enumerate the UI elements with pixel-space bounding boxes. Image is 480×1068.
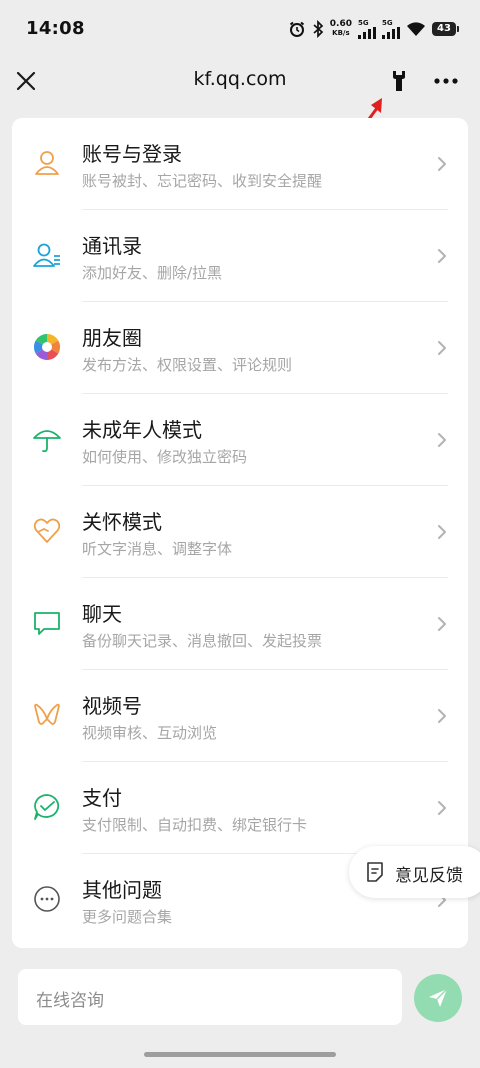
menu-item-subtitle: 添加好友、删除/拉黑 — [82, 264, 223, 282]
chevron-right-icon — [438, 709, 446, 723]
chevron-right-icon — [438, 617, 446, 631]
sim2-label: 5G — [382, 19, 393, 27]
alarm-icon — [289, 21, 304, 37]
menu-item-contacts[interactable]: 通讯录 添加好友、删除/拉黑 — [12, 210, 468, 302]
sim1-label: 5G — [358, 19, 369, 27]
more-icon[interactable] — [430, 68, 462, 94]
status-time: 14:08 — [26, 18, 85, 39]
bottom-input-area: 在线咨询 — [0, 950, 480, 1068]
menu-item-chat[interactable]: 聊天 备份聊天记录、消息撤回、发起投票 — [12, 578, 468, 670]
menu-item-title: 视频号 — [82, 694, 142, 718]
chevron-right-icon — [438, 525, 446, 539]
title-bar: kf.qq.com — [0, 58, 480, 106]
user-icon — [35, 151, 59, 175]
signal-sim2: 5G — [382, 19, 400, 39]
pay-icon — [34, 794, 60, 820]
signal-icon-2 — [382, 27, 400, 39]
menu-item-subtitle: 更多问题合集 — [82, 908, 173, 926]
net-speed: 0.60 KB/s — [330, 20, 352, 38]
consult-input-placeholder: 在线咨询 — [36, 991, 104, 1011]
menu-item-pay[interactable]: 支付 支付限制、自动扣费、绑定银行卡 — [12, 762, 468, 854]
menu-item-title: 朋友圈 — [82, 326, 142, 350]
feedback-button[interactable]: 意见反馈 — [349, 846, 480, 898]
signal-sim1: 5G — [358, 19, 376, 39]
chat-icon — [34, 612, 60, 635]
screen: 14:08 0.60 KB/s 5G 5G 43 kf.qq.com 账号与登录… — [0, 0, 480, 1068]
menu-item-title: 支付 — [82, 786, 122, 810]
feedback-icon — [367, 862, 383, 882]
wifi-icon — [407, 22, 425, 36]
chevron-right-icon — [438, 801, 446, 815]
battery-icon: 43 — [432, 22, 459, 36]
chevron-right-icon — [438, 433, 446, 447]
home-indicator[interactable] — [144, 1052, 336, 1057]
consult-input[interactable]: 在线咨询 — [18, 969, 402, 1025]
chevron-right-icon — [438, 249, 446, 263]
status-icons: 0.60 KB/s 5G 5G 43 — [288, 18, 459, 40]
channels-icon — [34, 703, 60, 725]
bluetooth-icon — [313, 20, 324, 38]
menu-item-subtitle: 视频审核、互动浏览 — [82, 724, 218, 742]
menu-item-subtitle: 如何使用、修改独立密码 — [82, 448, 248, 466]
menu-item-title: 聊天 — [82, 602, 122, 626]
close-icon[interactable] — [12, 67, 40, 95]
net-speed-value: 0.60 — [329, 19, 352, 29]
send-button[interactable] — [414, 974, 462, 1022]
help-menu-card: 账号与登录 账号被封、忘记密码、收到安全提醒 通讯录 添加好友、删除/拉黑 朋友… — [12, 118, 468, 948]
menu-item-subtitle: 听文字消息、调整字体 — [82, 540, 233, 558]
chevron-right-icon — [438, 157, 446, 171]
care-icon — [33, 518, 61, 543]
menu-item-moments[interactable]: 朋友圈 发布方法、权限设置、评论规则 — [12, 302, 468, 394]
net-speed-unit: KB/s — [332, 29, 350, 37]
menu-item-title: 其他问题 — [82, 878, 162, 902]
moments-icon — [33, 333, 61, 361]
feedback-label: 意见反馈 — [395, 866, 463, 886]
wrench-icon[interactable] — [386, 68, 412, 94]
status-bar: 14:08 0.60 KB/s 5G 5G 43 — [0, 0, 480, 58]
send-icon — [429, 988, 448, 1007]
menu-item-subtitle: 支付限制、自动扣费、绑定银行卡 — [82, 816, 308, 834]
signal-icon — [358, 27, 376, 39]
menu-item-account[interactable]: 账号与登录 账号被封、忘记密码、收到安全提醒 — [12, 118, 468, 210]
page-title: kf.qq.com — [193, 68, 287, 90]
chevron-right-icon — [438, 341, 446, 355]
menu-item-title: 关怀模式 — [82, 510, 162, 534]
contacts-icon — [33, 243, 60, 267]
more-circle-icon — [34, 886, 60, 912]
menu-item-subtitle: 账号被封、忘记密码、收到安全提醒 — [82, 172, 323, 190]
menu-item-channels[interactable]: 视频号 视频审核、互动浏览 — [12, 670, 468, 762]
menu-item-title: 未成年人模式 — [82, 418, 202, 442]
menu-item-teen-mode[interactable]: 未成年人模式 如何使用、修改独立密码 — [12, 394, 468, 486]
menu-item-title: 账号与登录 — [82, 142, 182, 166]
menu-item-title: 通讯录 — [82, 234, 142, 258]
menu-item-subtitle: 备份聊天记录、消息撤回、发起投票 — [82, 632, 323, 650]
umbrella-icon — [33, 430, 61, 453]
menu-item-care-mode[interactable]: 关怀模式 听文字消息、调整字体 — [12, 486, 468, 578]
menu-item-subtitle: 发布方法、权限设置、评论规则 — [82, 356, 293, 374]
